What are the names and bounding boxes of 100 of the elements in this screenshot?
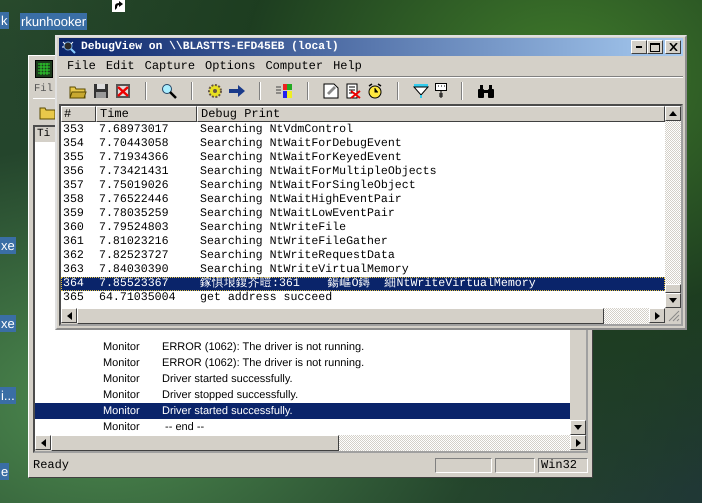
close-icon bbox=[668, 43, 678, 51]
column-header[interactable]: Debug Print bbox=[197, 106, 665, 122]
time-cell-text: 7.75019026 bbox=[98, 179, 170, 193]
left-arrow-icon bbox=[40, 438, 46, 446]
log-row[interactable]: 365 64.71035004 get address succeed bbox=[61, 291, 665, 305]
log-row[interactable]: 353 7.68973017 Searching NtVdmControl bbox=[61, 123, 665, 137]
down-arrow-icon bbox=[669, 298, 677, 303]
source-cell-text: Monitor bbox=[102, 389, 141, 401]
number-cell-text: 359 bbox=[62, 207, 85, 221]
menu-item[interactable]: Edit bbox=[100, 59, 140, 73]
save-icon[interactable] bbox=[93, 83, 109, 99]
filter-icon[interactable] bbox=[413, 83, 429, 99]
log-row[interactable]: 360 7.79524803 Searching NtWriteFile bbox=[61, 221, 665, 235]
scrollbar-thumb[interactable] bbox=[665, 284, 681, 293]
log-row[interactable]: 362 7.82523727 Searching NtWriteRequestData bbox=[61, 249, 665, 263]
number-cell-text: 360 bbox=[62, 221, 85, 235]
log-row[interactable]: 357 7.75019026 Searching NtWaitForSingleObject bbox=[61, 179, 665, 193]
scroll-left-button[interactable] bbox=[61, 308, 77, 323]
desktop-icon-label[interactable]: rkunhooker bbox=[20, 13, 88, 30]
message-cell: Driver started successfully. bbox=[162, 373, 293, 385]
maximize-icon bbox=[650, 42, 660, 52]
menu-item[interactable]: Fil bbox=[34, 83, 53, 95]
log-row[interactable]: 358 7.76522446 Searching NtWaitHighEventPair bbox=[61, 193, 665, 207]
down-arrow-icon bbox=[574, 425, 582, 430]
maximize-button[interactable] bbox=[647, 40, 663, 54]
gear-icon[interactable] bbox=[207, 83, 223, 99]
desktop-icon-label[interactable]: i... bbox=[0, 387, 16, 404]
log-row[interactable]: Monitor ERROR (1062): The driver is not running. bbox=[35, 355, 570, 371]
desktop-icon-label[interactable]: xe bbox=[0, 237, 16, 254]
vertical-scrollbar[interactable] bbox=[665, 106, 681, 308]
minimize-button[interactable] bbox=[631, 40, 647, 54]
column-header[interactable]: # bbox=[61, 106, 96, 122]
scroll-left-button[interactable] bbox=[35, 435, 51, 450]
size-grip-icon[interactable] bbox=[667, 309, 680, 322]
desktop-icon-label[interactable]: xe bbox=[0, 315, 16, 332]
desktop-icon-label[interactable]: e bbox=[0, 463, 10, 480]
left-arrow-icon bbox=[66, 312, 72, 320]
status-pane bbox=[495, 458, 535, 472]
time-cell-text: 7.81023216 bbox=[98, 235, 170, 249]
number-cell-text: 353 bbox=[62, 123, 85, 137]
log-row[interactable]: Monitor Driver started successfully. bbox=[35, 403, 570, 419]
column-header[interactable]: Time bbox=[96, 106, 197, 122]
message-cell-text: Searching NtWriteFile bbox=[199, 221, 348, 235]
log-row[interactable]: 354 7.70443058 Searching NtWaitForDebugEvent bbox=[61, 137, 665, 151]
source-cell-text: Monitor bbox=[102, 373, 141, 385]
clock-icon[interactable] bbox=[367, 83, 383, 99]
log-row[interactable]: 361 7.81023216 Searching NtWriteFileGather bbox=[61, 235, 665, 249]
status-pane: Win32 bbox=[538, 458, 588, 472]
menu-item[interactable]: Computer bbox=[260, 59, 328, 73]
close-button[interactable] bbox=[665, 40, 681, 54]
note-icon[interactable] bbox=[323, 83, 339, 99]
number-cell-text: 356 bbox=[62, 165, 85, 179]
clear-icon[interactable] bbox=[115, 83, 131, 99]
log-row[interactable]: 359 7.78035259 Searching NtWaitLowEventPair bbox=[61, 207, 665, 221]
number-cell-text: 364 bbox=[62, 277, 85, 291]
log-row[interactable]: 355 7.71934366 Searching NtWaitForKeyedEvent bbox=[61, 151, 665, 165]
search-icon[interactable] bbox=[161, 83, 177, 99]
column-header[interactable]: Ti bbox=[35, 127, 54, 142]
menu-item[interactable]: Options bbox=[200, 59, 260, 73]
shortcut-arrow-icon bbox=[112, 0, 125, 12]
crossed-document-icon[interactable] bbox=[345, 83, 361, 99]
message-cell-text: Searching NtWriteRequestData bbox=[199, 249, 396, 263]
bug-icon bbox=[62, 40, 76, 54]
horizontal-scrollbar[interactable] bbox=[35, 435, 586, 451]
scroll-up-button[interactable] bbox=[665, 106, 681, 121]
scrollbar-thumb[interactable] bbox=[51, 435, 339, 451]
log-row[interactable]: 356 7.73421431 Searching NtWaitForMultipleObjects bbox=[61, 165, 665, 179]
scroll-down-button[interactable] bbox=[665, 293, 681, 308]
menu-item[interactable]: Help bbox=[328, 59, 367, 73]
log-row[interactable]: 363 7.84030390 Searching NtWriteVirtualMemory bbox=[61, 263, 665, 277]
app-grid-icon bbox=[35, 60, 53, 78]
desktop-icon-label[interactable]: k bbox=[0, 12, 8, 29]
menu-item[interactable]: File bbox=[62, 59, 101, 73]
menu-item[interactable]: Capture bbox=[140, 59, 200, 73]
number-cell-text: 365 bbox=[62, 291, 85, 305]
scroll-down-button[interactable] bbox=[570, 420, 586, 435]
time-cell-text: 7.84030390 bbox=[98, 263, 170, 277]
message-cell-text: -- end -- bbox=[164, 421, 204, 433]
window-title: DebugView on \\BLASTTS-EFD45EB (local) bbox=[81, 41, 339, 53]
log-row[interactable]: Monitor Driver started successfully. bbox=[35, 371, 570, 387]
message-cell-text: Searching NtWaitForDebugEvent bbox=[199, 137, 403, 151]
scroll-right-button[interactable] bbox=[649, 308, 665, 323]
number-cell-text: 354 bbox=[62, 137, 85, 151]
scroll-right-button[interactable] bbox=[570, 435, 586, 450]
number-cell-text: 357 bbox=[62, 179, 85, 193]
computer-icon[interactable] bbox=[435, 83, 447, 99]
source-cell-text: Monitor bbox=[102, 357, 141, 369]
time-cell-text: 7.79524803 bbox=[98, 221, 170, 235]
time-cell-text: 7.78035259 bbox=[98, 207, 170, 221]
number-cell-text: 358 bbox=[62, 193, 85, 207]
log-row[interactable]: Monitor ERROR (1062): The driver is not running. bbox=[35, 339, 570, 355]
log-row[interactable]: Monitor -- end -- bbox=[35, 419, 570, 435]
log-row[interactable]: Monitor Driver stopped successfully. bbox=[35, 387, 570, 403]
binoculars-icon[interactable] bbox=[477, 83, 495, 99]
time-cell-text: 7.85523367 bbox=[98, 277, 170, 291]
window-flag-icon[interactable] bbox=[275, 83, 293, 99]
message-cell: ERROR (1062): The driver is not running. bbox=[162, 357, 364, 369]
right-arrow-icon[interactable] bbox=[229, 85, 245, 97]
message-cell-text: Searching NtWriteVirtualMemory bbox=[199, 263, 410, 277]
number-cell-text: 363 bbox=[62, 263, 85, 277]
